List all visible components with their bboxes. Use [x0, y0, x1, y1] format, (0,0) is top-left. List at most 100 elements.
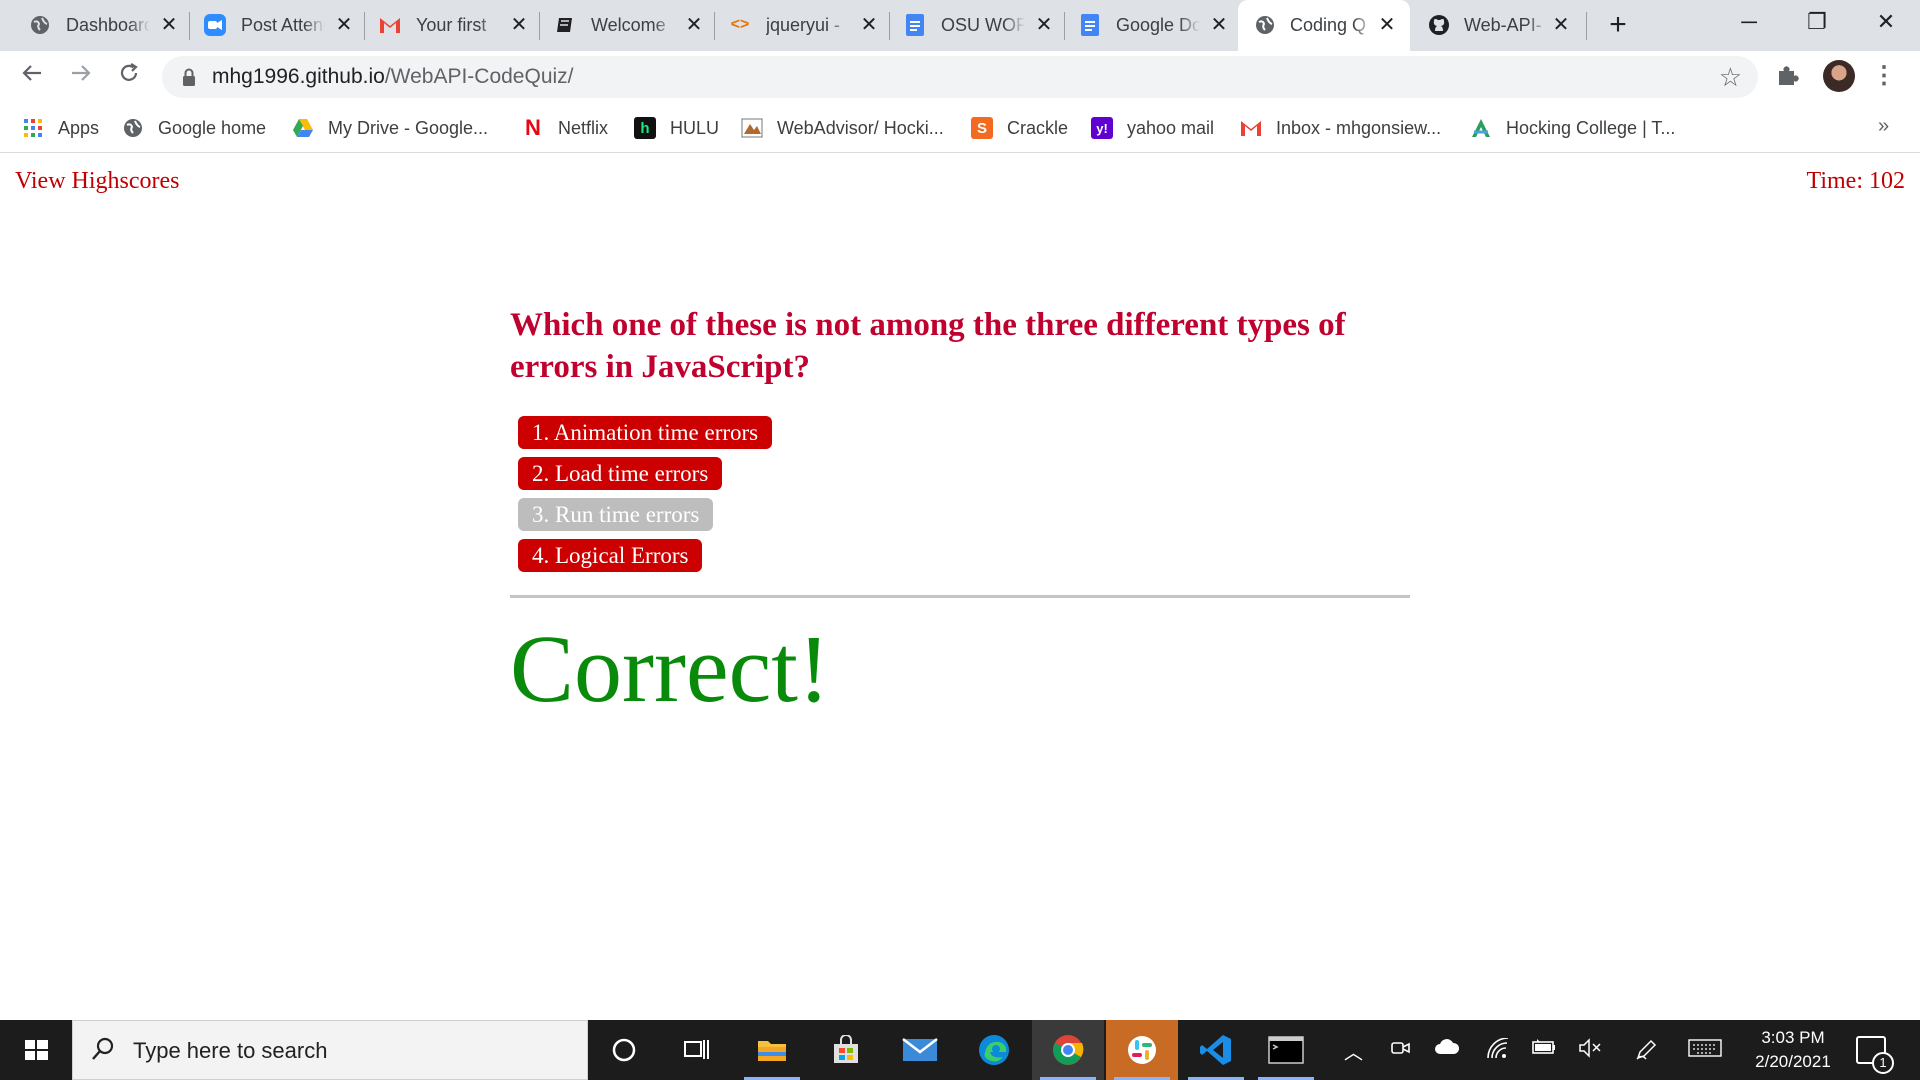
netflix-icon: N — [525, 115, 541, 140]
bookmark-netflix[interactable]: N Netflix — [522, 115, 608, 141]
tab-coding-quiz[interactable]: Coding Q ✕ — [1238, 0, 1410, 51]
reload-button[interactable] — [112, 60, 146, 94]
bookmark-label: WebAdvisor/ Hocki... — [777, 117, 944, 138]
onedrive-cloud-icon[interactable] — [1434, 1038, 1460, 1062]
bookmark-inbox[interactable]: Inbox - mhgonsiew... — [1240, 115, 1441, 141]
new-tab-button[interactable]: + — [1604, 10, 1632, 40]
bookmark-label: Inbox - mhgonsiew... — [1276, 117, 1442, 138]
tab-title: Welcome — [591, 15, 666, 35]
gmail-icon — [1240, 117, 1262, 139]
browser-toolbar: mhg1996.github.io/WebAPI-CodeQuiz/ ☆ ⋮ — [0, 51, 1920, 103]
close-icon[interactable]: ✕ — [1549, 13, 1573, 37]
cortana-icon[interactable] — [588, 1020, 660, 1080]
question-text: Which one of these is not among the thre… — [510, 307, 1346, 385]
apps-grid-icon — [22, 117, 44, 139]
close-window-button[interactable]: ✕ — [1866, 8, 1906, 38]
gmail-icon — [379, 14, 401, 36]
globe-icon — [1254, 14, 1276, 36]
terminal-icon[interactable] — [1250, 1020, 1322, 1080]
crackle-icon: S — [971, 117, 993, 139]
hulu-icon: h — [634, 117, 656, 139]
bookmark-yahoo-mail[interactable]: y! yahoo mail — [1091, 115, 1214, 141]
start-button[interactable] — [0, 1020, 72, 1080]
tab-google-docs[interactable]: Google Do ✕ — [1050, 0, 1240, 51]
view-highscores-link[interactable]: View Highscores — [15, 168, 180, 195]
taskbar-search-box[interactable]: Type here to search — [72, 1020, 588, 1080]
extensions-puzzle-icon[interactable] — [1776, 63, 1800, 94]
choice-button-2[interactable]: 2. Load time errors — [518, 457, 723, 490]
back-arrow-icon — [22, 65, 41, 81]
address-bar[interactable]: mhg1996.github.io/WebAPI-CodeQuiz/ ☆ — [162, 56, 1758, 98]
tab-welcome[interactable]: Welcome ✕ — [525, 0, 715, 51]
close-icon[interactable]: ✕ — [1375, 13, 1399, 37]
bookmark-label: Google home — [158, 117, 267, 138]
url-host: mhg1996.github.io — [212, 65, 385, 88]
tab-title: Dashboard — [66, 15, 150, 35]
bookmark-apps[interactable]: Apps — [22, 115, 99, 141]
windows-logo-icon — [25, 1040, 48, 1060]
profile-avatar[interactable] — [1823, 60, 1855, 92]
choice-button-4[interactable]: 4. Logical Errors — [518, 539, 703, 572]
bookmark-webadvisor[interactable]: WebAdvisor/ Hocki... — [741, 115, 944, 141]
webadvisor-icon — [741, 117, 763, 139]
pen-workspace-icon[interactable] — [1634, 1038, 1658, 1068]
choice-button-1[interactable]: 1. Animation time errors — [518, 416, 773, 449]
bookmark-hulu[interactable]: h HULU — [634, 115, 719, 141]
battery-icon[interactable] — [1531, 1038, 1557, 1062]
tab-post-attendance[interactable]: Post Attendance ✕ — [175, 0, 365, 51]
quiz-card: Which one of these is not among the thre… — [510, 304, 1410, 724]
tab-title: jqueryui - — [766, 15, 841, 35]
bookmark-star-icon[interactable]: ☆ — [1719, 62, 1742, 92]
lock-icon — [183, 68, 195, 86]
bookmark-hocking-college[interactable]: Hocking College | T... — [1470, 115, 1675, 141]
minimize-button[interactable]: ─ — [1729, 8, 1769, 38]
tab-your-first[interactable]: Your first ✕ — [350, 0, 540, 51]
hocking-icon — [1470, 117, 1492, 139]
tab-web-api[interactable]: Web-API- ✕ — [1412, 0, 1587, 51]
yahoo-icon: y! — [1091, 117, 1113, 139]
edge-icon[interactable] — [958, 1020, 1030, 1080]
meet-now-icon[interactable] — [1390, 1038, 1412, 1064]
tab-title: Web-API- — [1464, 15, 1542, 35]
tab-dashboard[interactable]: Dashboard ✕ — [0, 0, 190, 51]
globe-icon — [29, 14, 51, 36]
notebook-icon — [554, 14, 576, 36]
store-icon[interactable] — [810, 1020, 882, 1080]
url-text[interactable]: mhg1996.github.io/WebAPI-CodeQuiz/ — [212, 65, 574, 89]
bookmark-label: Hocking College | T... — [1506, 117, 1676, 138]
file-explorer-icon[interactable] — [736, 1020, 808, 1080]
bookmark-google-home[interactable]: Google home — [122, 115, 266, 141]
volume-muted-icon[interactable] — [1578, 1038, 1604, 1064]
system-clock[interactable]: 3:03 PM 2/20/2021 — [1738, 1026, 1848, 1074]
choice-button-3[interactable]: 3. Run time errors — [518, 498, 714, 531]
back-button[interactable] — [15, 60, 49, 94]
search-icon — [89, 1035, 119, 1065]
close-icon[interactable]: ✕ — [1207, 13, 1231, 37]
forward-button[interactable] — [64, 60, 98, 94]
tab-title: OSU WOF — [941, 15, 1025, 35]
bookmark-label: Crackle — [1007, 117, 1069, 138]
tab-jqueryui[interactable]: <> jqueryui - ✕ — [700, 0, 890, 51]
bookmark-label: My Drive - Google... — [328, 117, 489, 138]
docs-icon — [1079, 14, 1101, 36]
bookmark-label: yahoo mail — [1127, 117, 1215, 138]
chrome-icon[interactable] — [1032, 1020, 1104, 1080]
tab-title: Google Do — [1116, 15, 1200, 35]
tab-title: Coding Q — [1290, 15, 1367, 35]
bookmark-label: Netflix — [558, 117, 609, 138]
task-view-icon[interactable] — [660, 1020, 732, 1080]
quiz-page: View Highscores Time: 102 Which one of t… — [0, 154, 1920, 1020]
bookmark-crackle[interactable]: S Crackle — [971, 115, 1068, 141]
restore-button[interactable]: ❐ — [1797, 8, 1837, 38]
vscode-icon[interactable] — [1180, 1020, 1252, 1080]
tab-osu-wof[interactable]: OSU WOF ✕ — [875, 0, 1065, 51]
more-bookmarks-button[interactable]: » — [1878, 115, 1889, 138]
touch-keyboard-icon[interactable] — [1688, 1038, 1722, 1064]
mail-icon[interactable] — [884, 1020, 956, 1080]
tab-strip: Dashboard ✕ Post Attendance ✕ Your first… — [0, 0, 1920, 51]
bookmark-my-drive[interactable]: My Drive - Google... — [292, 115, 488, 141]
chrome-menu-icon[interactable]: ⋮ — [1872, 61, 1896, 90]
wifi-icon[interactable] — [1486, 1037, 1510, 1066]
slack-icon[interactable] — [1106, 1020, 1178, 1080]
show-hidden-icons-chevron-icon[interactable]: ︿ — [1344, 1038, 1363, 1065]
